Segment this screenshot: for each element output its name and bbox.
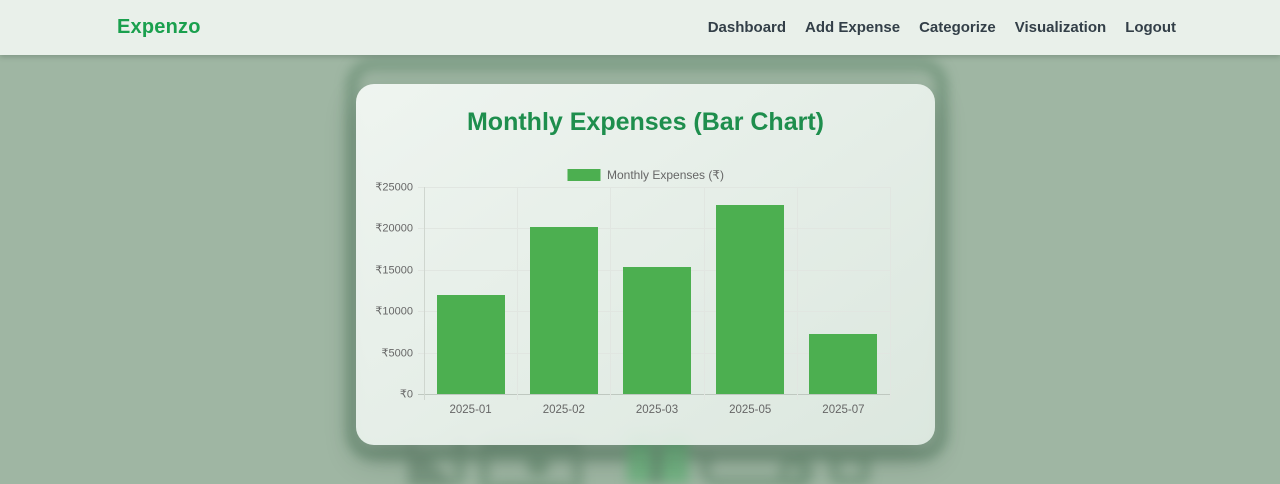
x-axis-tick-labels: 2025-01 2025-02 2025-03 2025-05 2025-07 xyxy=(424,404,890,416)
nav-visualization[interactable]: Visualization xyxy=(1015,19,1106,36)
legend-swatch xyxy=(566,169,600,181)
gridline-h xyxy=(418,394,890,395)
bar-slot xyxy=(424,187,517,394)
y-tick-label: ₹15000 xyxy=(375,264,413,277)
nav-categorize[interactable]: Categorize xyxy=(919,19,996,36)
nav-logout[interactable]: Logout xyxy=(1125,19,1176,36)
chart-card: Monthly Expenses (Bar Chart) Monthly Exp… xyxy=(356,84,935,445)
y-tick-label: ₹10000 xyxy=(375,305,413,318)
bar-slot xyxy=(797,187,890,394)
bar-series xyxy=(424,187,890,394)
chart-legend[interactable]: Monthly Expenses (₹) xyxy=(566,168,725,182)
chart-bar[interactable] xyxy=(529,226,598,394)
bar-chart-canvas[interactable]: ₹25000 ₹20000 ₹15000 ₹10000 ₹5000 ₹0 202… xyxy=(375,182,891,416)
x-tick-label: 2025-05 xyxy=(729,404,772,416)
chart-title: Monthly Expenses (Bar Chart) xyxy=(466,108,824,136)
x-tick-label: 2025-01 xyxy=(449,404,492,416)
chart-bar[interactable] xyxy=(623,266,691,394)
content-area: Monthly Expenses (Bar Chart) Monthly Exp… xyxy=(0,55,1280,484)
y-tick-label: ₹0 xyxy=(399,388,413,401)
x-tick-label: 2025-07 xyxy=(822,404,865,416)
legend-label: Monthly Expenses (₹) xyxy=(606,168,725,182)
main-nav: Dashboard Add Expense Categorize Visuali… xyxy=(708,19,1176,36)
nav-dashboard[interactable]: Dashboard xyxy=(708,19,786,36)
bar-slot xyxy=(704,187,797,394)
chart-bar[interactable] xyxy=(809,334,878,394)
brand-logo[interactable]: Expenzo xyxy=(117,16,201,39)
x-tick-label: 2025-02 xyxy=(542,404,585,416)
y-tick-label: ₹5000 xyxy=(381,347,413,360)
bar-slot xyxy=(517,187,610,394)
y-tick-label: ₹20000 xyxy=(375,222,413,235)
chart-bar[interactable] xyxy=(436,295,505,394)
top-navbar: Expenzo Dashboard Add Expense Categorize… xyxy=(0,0,1280,55)
gridline-v xyxy=(890,187,891,400)
bar-slot xyxy=(610,187,703,394)
chart-bar[interactable] xyxy=(716,204,785,394)
y-tick-label: ₹25000 xyxy=(375,181,413,194)
nav-add-expense[interactable]: Add Expense xyxy=(805,19,900,36)
x-tick-label: 2025-03 xyxy=(635,404,679,416)
